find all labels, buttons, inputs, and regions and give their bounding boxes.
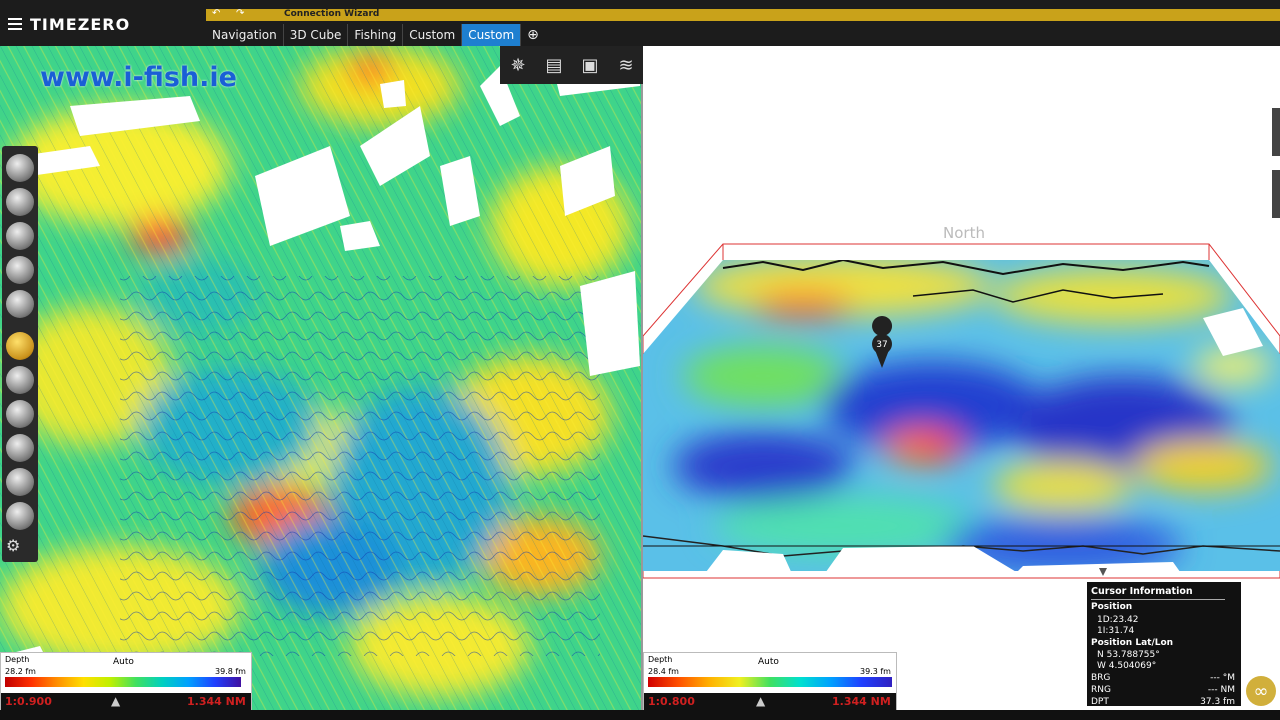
cursor-info-title: Cursor Information bbox=[1091, 586, 1225, 600]
tab-3d-cube[interactable]: 3D Cube bbox=[284, 24, 349, 46]
scale-distance: 1.344 NM bbox=[832, 695, 891, 708]
watermark-url: www.i-fish.ie bbox=[40, 62, 237, 93]
wizard-title: Connection Wizard bbox=[284, 9, 380, 19]
event-tool-icon[interactable] bbox=[6, 400, 34, 428]
tab-fishing[interactable]: Fishing bbox=[348, 24, 404, 46]
depth-color-bar bbox=[5, 677, 241, 687]
timezero-window: TIMEZERO ↶ ↷ Connection Wizard Navigatio… bbox=[0, 0, 1280, 720]
scale-bar: 1:0.800 ▲ 1.344 NM bbox=[644, 693, 896, 710]
ruler-tool-icon[interactable] bbox=[6, 366, 34, 394]
tab-navigation[interactable]: Navigation bbox=[206, 24, 284, 46]
rng-value: --- NM bbox=[1207, 685, 1235, 695]
chart-2d-view[interactable]: www.i-fish.ie ⚙ Depth Auto 28.2 fm 39.8 … bbox=[0, 46, 642, 710]
tab-custom[interactable]: Custom bbox=[403, 24, 463, 46]
legend-mode[interactable]: Auto bbox=[113, 657, 134, 667]
position-y: 1I:31.74 bbox=[1097, 626, 1135, 636]
side-panel-tab-1[interactable] bbox=[1272, 108, 1280, 156]
mark-tool-icon[interactable] bbox=[6, 222, 34, 250]
eraser-tool-icon[interactable] bbox=[6, 154, 34, 182]
scale-ratio: 1:0.800 bbox=[648, 695, 695, 708]
add-tab-icon[interactable]: ⊕ bbox=[521, 24, 545, 46]
bathymetry-map[interactable] bbox=[0, 46, 642, 710]
scale-distance: 1.344 NM bbox=[187, 695, 246, 708]
redo-icon[interactable]: ↷ bbox=[236, 8, 244, 19]
side-panel-tab-2[interactable] bbox=[1272, 170, 1280, 218]
bottom-bar bbox=[0, 710, 1280, 720]
depth-legend-right: Depth Auto 28.4 fm 39.3 fm 1:0.800 ▲ 1.3… bbox=[643, 652, 897, 710]
boat-tool-icon[interactable] bbox=[6, 502, 34, 530]
main-menu-button[interactable]: TIMEZERO bbox=[8, 10, 130, 38]
top-bar: TIMEZERO ↶ ↷ Connection Wizard Navigatio… bbox=[0, 0, 1280, 46]
legend-label: Depth bbox=[648, 655, 673, 664]
chart-layers-icon[interactable]: ▤ bbox=[536, 48, 572, 82]
latlon-label: Position Lat/Lon bbox=[1091, 638, 1174, 648]
left-toolbar bbox=[2, 146, 38, 562]
link-icon[interactable]: ∞ bbox=[1246, 676, 1276, 706]
app-title: TIMEZERO bbox=[30, 14, 131, 34]
dpt-value: 37.3 fm bbox=[1200, 697, 1235, 707]
latitude-value: N 53.788755° bbox=[1097, 650, 1160, 660]
connection-wizard-bar[interactable]: ↶ ↷ Connection Wizard bbox=[206, 8, 1280, 21]
cursor-pointer-icon bbox=[1099, 568, 1107, 576]
compass-tool-icon[interactable] bbox=[6, 468, 34, 496]
north-arrow-icon: ▲ bbox=[111, 694, 121, 708]
longitude-value: W 4.504069° bbox=[1097, 661, 1157, 671]
hamburger-icon bbox=[8, 18, 22, 30]
brg-label: BRG bbox=[1091, 673, 1111, 683]
tab-custom-active[interactable]: Custom bbox=[462, 24, 522, 46]
depth-color-bar bbox=[648, 677, 892, 687]
chart-3d-view[interactable]: North 37 Depth Auto 28.4 fm 39.3 fm 1:0.… bbox=[643, 46, 1280, 710]
legend-max: 39.8 fm bbox=[215, 667, 246, 676]
depth-legend-left: Depth Auto 28.2 fm 39.8 fm 1:0.900 ▲ 1.3… bbox=[0, 652, 252, 710]
brg-value: --- °M bbox=[1210, 673, 1235, 683]
north-arrow-icon: ▲ bbox=[756, 694, 766, 708]
dpt-label: DPT bbox=[1091, 697, 1109, 707]
zoom-in-icon[interactable] bbox=[6, 256, 34, 284]
legend-max: 39.3 fm bbox=[860, 667, 891, 676]
workspace-tabs: Navigation 3D Cube Fishing Custom Custom… bbox=[206, 24, 545, 46]
undo-icon[interactable]: ↶ bbox=[212, 8, 220, 19]
compass-rose-icon[interactable]: ✵ bbox=[500, 48, 536, 82]
route-tool-icon[interactable] bbox=[6, 188, 34, 216]
marker-label: 37 bbox=[876, 340, 887, 350]
legend-label: Depth bbox=[5, 655, 30, 664]
position-label: Position bbox=[1091, 602, 1133, 612]
cursor-information-panel[interactable]: Cursor Information Position 1D:23.42 1I:… bbox=[1087, 582, 1241, 707]
sonar-icon[interactable]: ≋ bbox=[608, 48, 644, 82]
legend-min: 28.4 fm bbox=[648, 667, 679, 676]
legend-min: 28.2 fm bbox=[5, 667, 36, 676]
position-x: 1D:23.42 bbox=[1097, 615, 1139, 625]
pan-hand-icon[interactable] bbox=[6, 332, 34, 360]
target-tool-icon[interactable] bbox=[6, 434, 34, 462]
toolbar-settings-gear-icon[interactable]: ⚙ bbox=[6, 536, 32, 556]
scale-ratio: 1:0.900 bbox=[5, 695, 52, 708]
rng-label: RNG bbox=[1091, 685, 1111, 695]
zoom-out-icon[interactable] bbox=[6, 290, 34, 318]
legend-mode[interactable]: Auto bbox=[758, 657, 779, 667]
picture-icon[interactable]: ▣ bbox=[572, 48, 608, 82]
scale-bar: 1:0.900 ▲ 1.344 NM bbox=[1, 693, 251, 710]
